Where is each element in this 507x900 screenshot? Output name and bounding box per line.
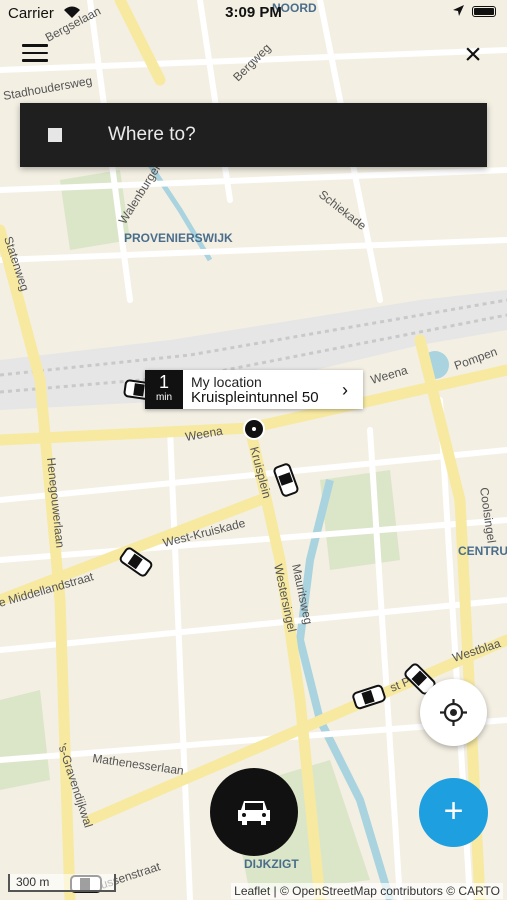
label-provenierswijk: PROVENIERSWIJK [124, 231, 233, 245]
locate-me-button[interactable] [420, 679, 487, 746]
plus-icon: + [443, 792, 464, 830]
hamburger-menu-icon[interactable] [22, 44, 48, 64]
popup-title: My location [191, 374, 262, 390]
status-bar: Carrier 3:09 PM [0, 0, 507, 26]
eta-value: 1 [158, 372, 169, 392]
leaflet-link[interactable]: Leaflet [234, 884, 270, 898]
label-centrum: CENTRU [458, 544, 507, 558]
pickup-location-popup[interactable]: 1 min My location Kruispleintunnel 50 › [145, 370, 363, 409]
battery-icon [472, 6, 496, 17]
map-scale: 300 m [8, 874, 116, 892]
status-time: 3:09 PM [225, 4, 282, 21]
eta-unit: min [155, 392, 173, 403]
label-dijkzigt: DIJKZIGT [244, 857, 299, 871]
crosshair-icon [440, 699, 467, 726]
carto-link[interactable]: CARTO [458, 884, 500, 898]
add-button[interactable]: + [419, 778, 488, 847]
close-icon[interactable]: × [458, 40, 488, 70]
destination-square-icon [48, 128, 62, 142]
chevron-right-icon[interactable]: › [342, 380, 348, 401]
search-placeholder[interactable]: Where to? [108, 124, 196, 146]
scale-label: 300 m [16, 875, 50, 889]
attribution-separator: | © [270, 884, 293, 898]
request-ride-button[interactable] [210, 768, 298, 856]
eta-badge: 1 min [145, 370, 183, 409]
map-attribution: Leaflet | © OpenStreetMap contributors ©… [231, 883, 503, 899]
location-arrow-icon [452, 4, 465, 21]
search-bar[interactable]: Where to? [20, 103, 487, 167]
attribution-contributors: contributors © [376, 884, 459, 898]
osm-link[interactable]: OpenStreetMap [292, 884, 377, 898]
pickup-pin-icon [245, 420, 263, 438]
car-icon [238, 801, 270, 825]
popup-address: Kruispleintunnel 50 [191, 389, 319, 406]
